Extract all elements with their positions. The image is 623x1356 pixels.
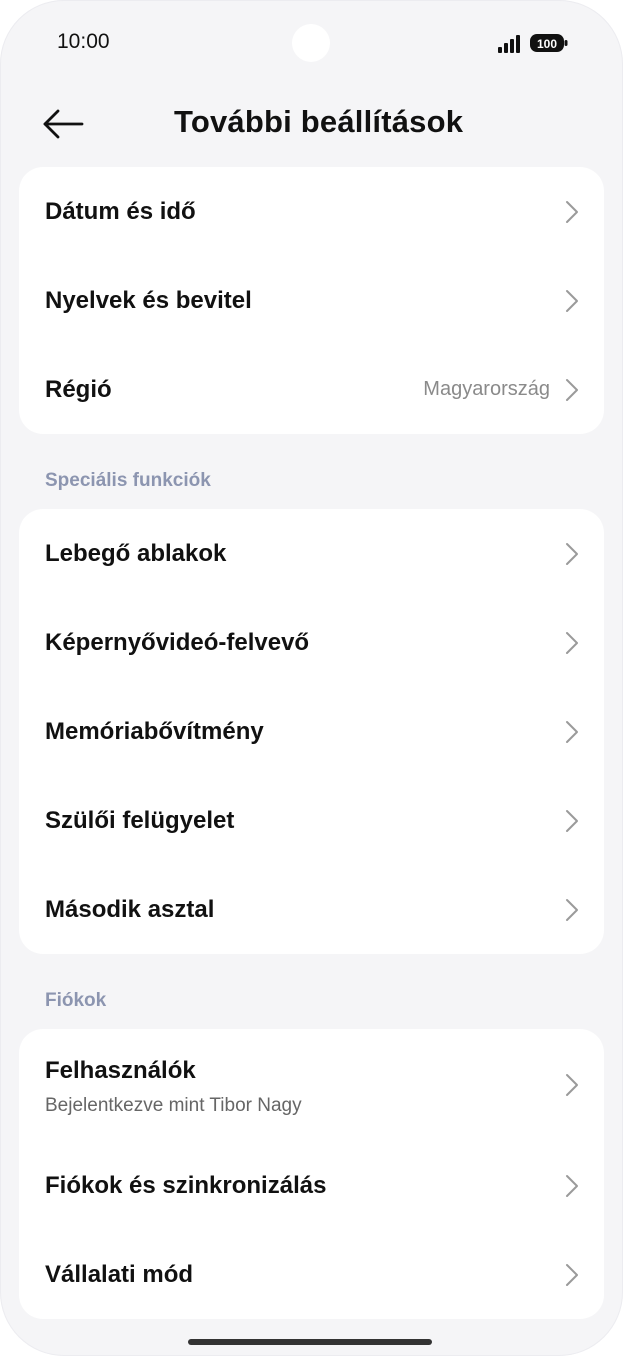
row-users[interactable]: Felhasználók Bejelentkezve mint Tibor Na…	[19, 1029, 604, 1141]
battery-level: 100	[537, 37, 557, 51]
row-label: Vállalati mód	[45, 1260, 194, 1288]
section-title-special-features: Speciális funkciók	[45, 470, 211, 491]
row-label: Képernyővideó-felvevő	[45, 628, 310, 656]
row-label: Második asztal	[45, 895, 215, 923]
row-label: Fiókok és szinkronizálás	[45, 1171, 327, 1199]
row-screen-recorder[interactable]: Képernyővideó-felvevő	[19, 598, 604, 687]
chevron-right-icon	[566, 542, 578, 565]
chevron-right-icon	[566, 378, 578, 401]
home-indicator[interactable]	[188, 1339, 432, 1345]
chevron-right-icon	[566, 200, 578, 223]
chevron-right-icon	[566, 809, 578, 832]
row-enterprise-mode[interactable]: Vállalati mód	[19, 1230, 604, 1319]
row-subtitle: Bejelentkezve mint Tibor Nagy	[45, 1095, 302, 1116]
section-title-accounts: Fiókok	[45, 990, 107, 1011]
row-label: Memóriabővítmény	[45, 717, 264, 745]
row-label: Régió	[45, 375, 112, 403]
status-bar: 10:00 100	[0, 0, 623, 88]
row-label: Szülői felügyelet	[45, 806, 235, 834]
settings-card-general: Dátum és idő Nyelvek és bevitel Régió Ma…	[19, 167, 604, 434]
region-value: Magyarország	[423, 378, 550, 400]
row-floating-windows[interactable]: Lebegő ablakok	[19, 509, 604, 598]
chevron-right-icon	[566, 720, 578, 743]
chevron-right-icon	[566, 1174, 578, 1197]
chevron-right-icon	[566, 1263, 578, 1286]
settings-card-special-features: Lebegő ablakok Képernyővideó-felvevő Mem…	[19, 509, 604, 954]
row-label: Felhasználók	[45, 1057, 196, 1084]
settings-screen: 10:00 100 További beállítások Dátum és i…	[0, 0, 623, 1356]
front-camera	[292, 24, 330, 62]
page-title: További beállítások	[174, 104, 464, 139]
header: További beállítások	[0, 88, 623, 160]
signal-bars-icon	[498, 35, 520, 53]
chevron-right-icon	[566, 898, 578, 921]
back-arrow-icon[interactable]	[40, 102, 86, 146]
settings-card-accounts: Felhasználók Bejelentkezve mint Tibor Na…	[19, 1029, 604, 1319]
chevron-right-icon	[566, 631, 578, 654]
chevron-right-icon	[566, 1074, 578, 1096]
row-label: Dátum és idő	[45, 197, 196, 225]
row-second-desktop[interactable]: Második asztal	[19, 865, 604, 954]
status-time: 10:00	[57, 30, 110, 53]
battery-icon: 100	[530, 34, 568, 52]
row-label: Lebegő ablakok	[45, 539, 227, 567]
row-date-time[interactable]: Dátum és idő	[19, 167, 604, 256]
chevron-right-icon	[566, 289, 578, 312]
row-memory-extension[interactable]: Memóriabővítmény	[19, 687, 604, 776]
row-languages-input[interactable]: Nyelvek és bevitel	[19, 256, 604, 345]
row-accounts-sync[interactable]: Fiókok és szinkronizálás	[19, 1141, 604, 1230]
row-label: Nyelvek és bevitel	[45, 286, 252, 314]
row-parental-control[interactable]: Szülői felügyelet	[19, 776, 604, 865]
row-region[interactable]: Régió Magyarország	[19, 345, 604, 434]
